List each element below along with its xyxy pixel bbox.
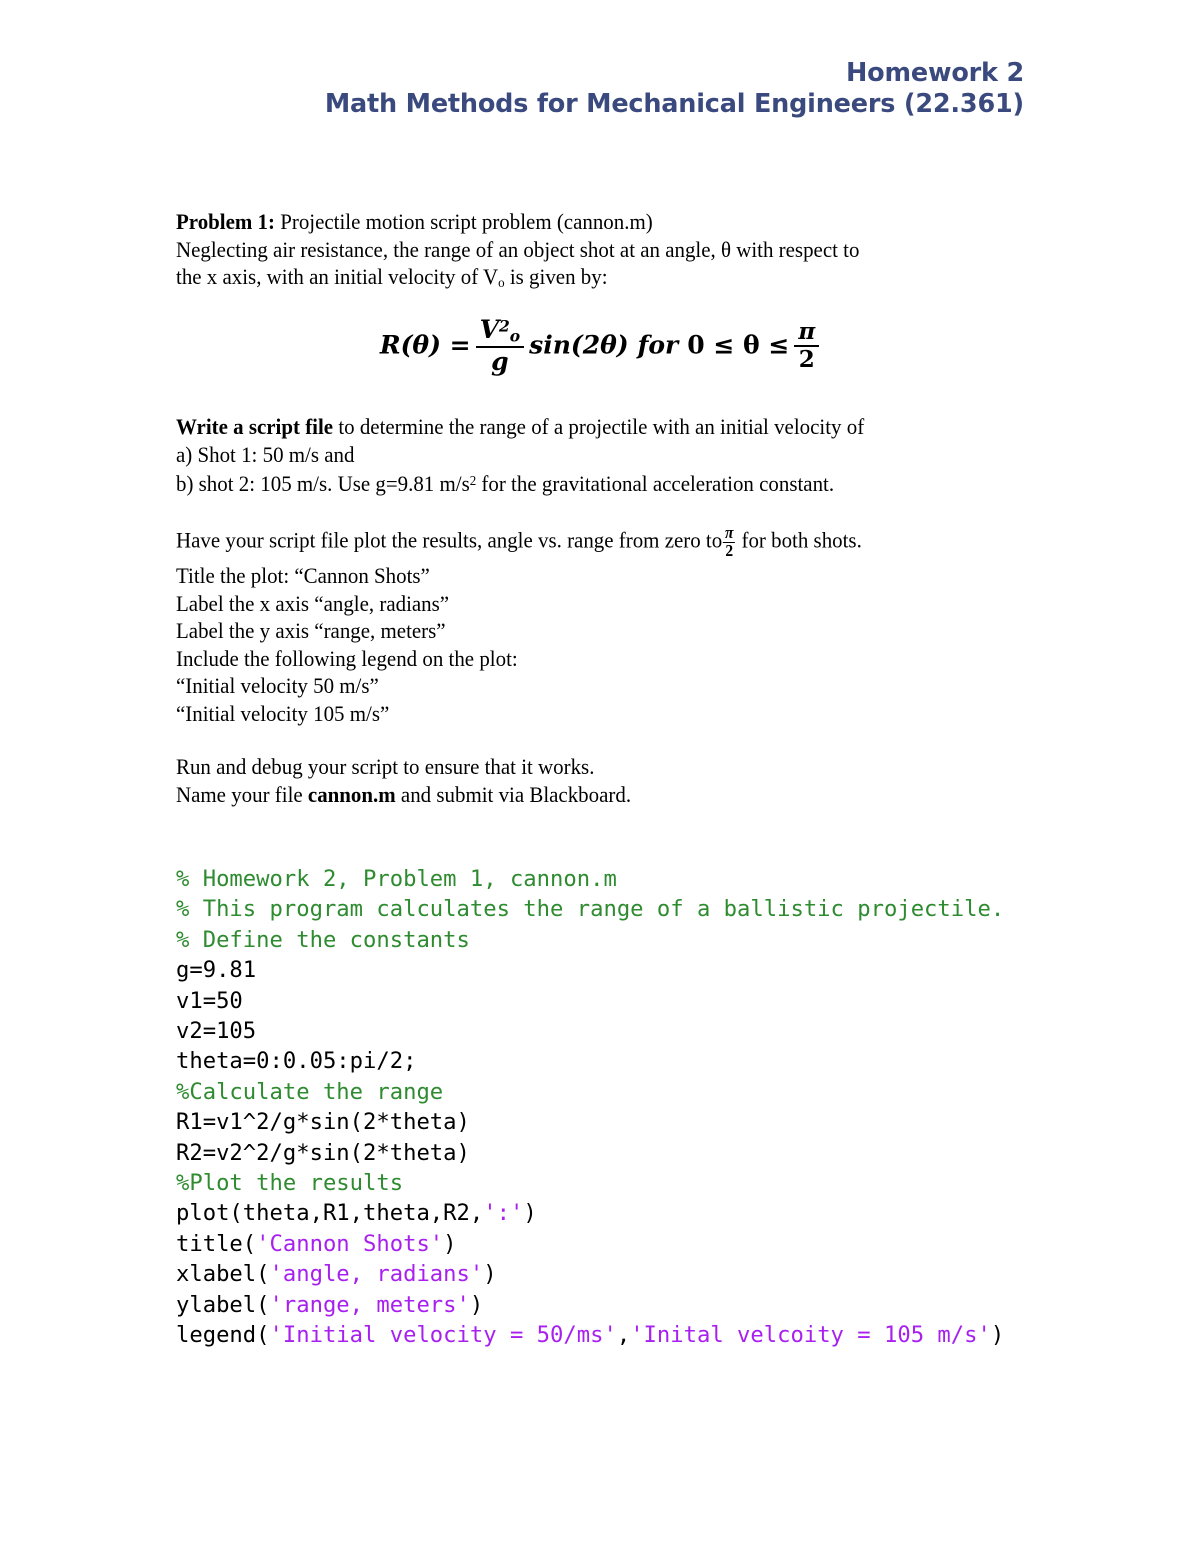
problem-intro-line-2b: is given by: bbox=[504, 264, 608, 289]
plot-request-line: Have your script file plot the results, … bbox=[176, 523, 968, 560]
code-statement: g=9.81 bbox=[176, 957, 257, 984]
legend-item-1: “Initial velocity 50 m/s” bbox=[176, 673, 379, 698]
run-debug-line: Run and debug your script to ensure that… bbox=[176, 754, 595, 779]
code-line: R1=v1^2/g*sin(2*theta) bbox=[176, 1107, 1036, 1137]
code-line: % Homework 2, Problem 1, cannon.m bbox=[176, 864, 1036, 894]
inline-two-denominator: 2 bbox=[723, 541, 736, 560]
problem-intro-line-1: Neglecting air resistance, the range of … bbox=[176, 236, 860, 262]
filename-label: cannon.m bbox=[307, 781, 396, 807]
code-line: % Define the constants bbox=[176, 925, 1036, 955]
code-call-prefix: ylabel( bbox=[176, 1291, 270, 1318]
document-page: Homework 2 Math Methods for Mechanical E… bbox=[0, 0, 1200, 1553]
shot-2-line-b: for the gravitational acceleration const… bbox=[476, 470, 835, 496]
submit-file-line: Name your file cannon.m and submit via B… bbox=[176, 781, 968, 809]
equation-denominator: g bbox=[475, 345, 525, 375]
code-call-prefix: xlabel( bbox=[176, 1261, 270, 1288]
code-call-suffix: ) bbox=[469, 1291, 484, 1318]
code-line: %Calculate the range bbox=[176, 1077, 1036, 1107]
write-script-block: Write a script file to determine the ran… bbox=[176, 413, 968, 497]
code-comment: % This program calculates the range of a… bbox=[176, 896, 1005, 923]
code-call-suffix: ) bbox=[483, 1261, 497, 1288]
submit-file-line-b: and submit via Blackboard. bbox=[395, 781, 632, 807]
problem-title-label: Problem 1: bbox=[176, 209, 275, 234]
equation-numerator-subscript: o bbox=[509, 326, 521, 346]
equation-lhs: R(θ) = bbox=[379, 330, 471, 360]
code-line: %Plot the results bbox=[176, 1168, 1036, 1198]
problem-intro-line-2a: the x axis, with an initial velocity of … bbox=[176, 264, 499, 289]
code-comment: % Define the constants bbox=[176, 926, 470, 953]
code-statement: R2=v2^2/g*sin(2*theta) bbox=[176, 1139, 470, 1166]
document-header: Homework 2 Math Methods for Mechanical E… bbox=[176, 58, 1024, 120]
code-call-prefix: plot(theta,R1,theta,R2, bbox=[176, 1200, 484, 1227]
shot-2-line-a: b) shot 2: 105 m/s. Use g=9.81 m/s bbox=[176, 470, 470, 496]
header-title-line1: Homework 2 bbox=[846, 58, 1024, 88]
code-statement: v2=105 bbox=[176, 1018, 257, 1045]
code-call-suffix: ) bbox=[990, 1322, 1005, 1349]
range-equation: R(θ) = V2o g sin(2θ) for 0 ≤ θ ≤ π 2 bbox=[176, 315, 1028, 376]
code-string-literal: 'Inital velcoity = 105 m/s' bbox=[630, 1322, 991, 1349]
code-line: R2=v2^2/g*sin(2*theta) bbox=[176, 1138, 1036, 1168]
code-call-prefix: legend( bbox=[176, 1322, 270, 1349]
code-line: ylabel('range, meters') bbox=[176, 1290, 1036, 1320]
plot-request-text-b: for both shots. bbox=[736, 527, 862, 553]
run-submit-block: Run and debug your script to ensure that… bbox=[176, 753, 968, 808]
legend-intro-line: Include the following legend on the plot… bbox=[176, 645, 518, 671]
equation-numerator-exponent: 2 bbox=[499, 316, 510, 336]
matlab-code-listing: % Homework 2, Problem 1, cannon.m % This … bbox=[176, 864, 1036, 1351]
code-call-suffix: ) bbox=[443, 1230, 457, 1257]
code-comment: %Plot the results bbox=[176, 1170, 404, 1197]
code-arg-separator: , bbox=[616, 1322, 631, 1349]
equation-condition-range: 0 ≤ θ ≤ bbox=[687, 330, 790, 360]
equation-pi-numerator: π bbox=[798, 317, 816, 345]
problem-intro-line-2: the x axis, with an initial velocity of … bbox=[176, 263, 968, 298]
shot-1-line: a) Shot 1: 50 m/s and bbox=[176, 441, 355, 467]
code-statement: R1=v1^2/g*sin(2*theta) bbox=[176, 1109, 470, 1136]
code-call-prefix: title( bbox=[176, 1230, 257, 1257]
problem-intro-block: Problem 1: Projectile motion script prob… bbox=[176, 208, 968, 298]
code-string-literal: 'angle, radians' bbox=[269, 1261, 484, 1288]
write-script-line-1: Write a script file to determine the ran… bbox=[176, 413, 968, 441]
code-comment: %Calculate the range bbox=[176, 1078, 444, 1105]
inline-pi-numerator: π bbox=[725, 523, 734, 542]
plot-request-text-a: Have your script file plot the results, … bbox=[176, 527, 723, 553]
code-line: v2=105 bbox=[176, 1016, 1036, 1046]
header-title-line2: Math Methods for Mechanical Engineers (2… bbox=[324, 89, 1024, 119]
code-string-literal: 'Cannon Shots' bbox=[256, 1230, 444, 1257]
code-line: theta=0:0.05:pi/2; bbox=[176, 1046, 1036, 1076]
plot-labels-block: Title the plot: “Cannon Shots” Label the… bbox=[176, 562, 968, 727]
equation-numerator: V2o bbox=[476, 315, 525, 346]
shot-2-line: b) shot 2: 105 m/s. Use g=9.81 m/s2 for … bbox=[176, 468, 968, 497]
code-string-literal: 'range, meters' bbox=[269, 1291, 470, 1318]
equation-for-word: for bbox=[637, 330, 679, 360]
code-line: title('Cannon Shots') bbox=[176, 1229, 1036, 1259]
submit-file-line-a: Name your file bbox=[176, 781, 308, 807]
equation-sin-term: sin(2θ) bbox=[529, 330, 629, 360]
code-statement: theta=0:0.05:pi/2; bbox=[176, 1048, 417, 1075]
code-line: legend('Initial velocity = 50/ms','Inita… bbox=[176, 1320, 1036, 1350]
code-statement: v1=50 bbox=[176, 987, 243, 1014]
legend-item-2: “Initial velocity 105 m/s” bbox=[176, 700, 390, 726]
code-call-suffix: ) bbox=[523, 1200, 537, 1227]
equation-numerator-symbol: V bbox=[479, 315, 499, 344]
write-script-line-1-rest: to determine the range of a projectile w… bbox=[333, 414, 865, 439]
plot-request-text: Have your script file plot the results, … bbox=[176, 523, 968, 560]
code-line: xlabel('angle, radians') bbox=[176, 1259, 1036, 1289]
equation-fraction-v-over-g: V2o g bbox=[475, 315, 525, 375]
code-string-literal: 'Initial velocity = 50/ms' bbox=[269, 1322, 617, 1349]
code-line: v1=50 bbox=[176, 986, 1036, 1016]
code-comment: % Homework 2, Problem 1, cannon.m bbox=[176, 866, 617, 892]
write-script-bold-label: Write a script file bbox=[176, 414, 334, 439]
problem-title-rest: Projectile motion script problem (cannon… bbox=[274, 209, 653, 234]
title-plot-line: Title the plot: “Cannon Shots” bbox=[176, 563, 430, 588]
code-line: g=9.81 bbox=[176, 955, 1036, 985]
yaxis-label-line: Label the y axis “range, meters” bbox=[176, 618, 446, 643]
code-line: % This program calculates the range of a… bbox=[176, 894, 1036, 924]
xaxis-label-line: Label the x axis “angle, radians” bbox=[176, 590, 450, 616]
equation-two-denominator: 2 bbox=[794, 344, 820, 372]
equation-fraction-pi-over-two: π2 bbox=[794, 317, 820, 372]
inline-fraction-pi-over-two: π2 bbox=[723, 523, 736, 560]
code-string-literal: ':' bbox=[483, 1200, 524, 1227]
code-line: plot(theta,R1,theta,R2,':') bbox=[176, 1198, 1036, 1228]
problem-title-line: Problem 1: Projectile motion script prob… bbox=[176, 208, 968, 236]
